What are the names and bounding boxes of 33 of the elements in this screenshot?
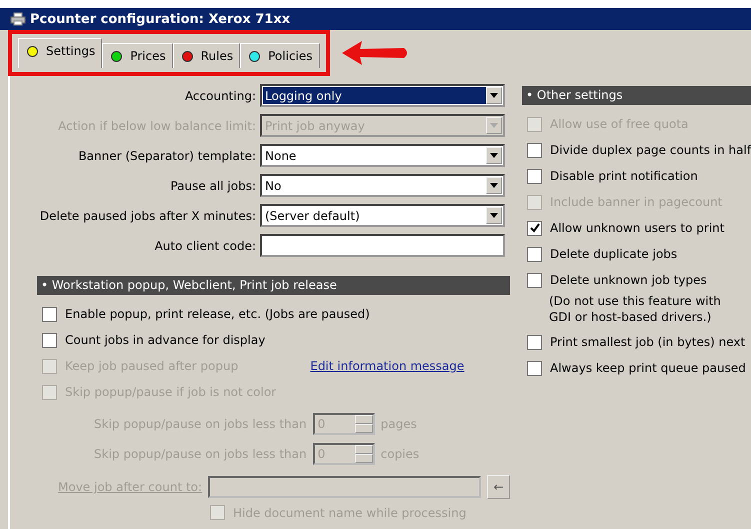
check-icon — [530, 223, 540, 233]
input-field[interactable] — [260, 234, 505, 257]
checkbox[interactable]: Allow unknown users to print — [527, 215, 724, 241]
window-title: Pcounter configuration: Xerox 71xx — [30, 12, 290, 26]
tab[interactable]: Settings — [18, 38, 102, 68]
dropdown[interactable]: (Server default) — [260, 204, 505, 227]
arrow-button[interactable]: ← — [486, 475, 510, 499]
field-label: Accounting: — [184, 88, 256, 102]
note-text: (Do not use this feature with GDI or host-based drivers.) — [548, 293, 722, 325]
field-label: Pause all jobs: — [169, 178, 256, 192]
section-header: • Workstation popup, Webclient, Print job release — [37, 276, 510, 295]
checkbox[interactable]: Divide duplex page counts in half — [527, 137, 751, 163]
checkbox[interactable]: Count jobs in advance for display — [42, 332, 266, 348]
dropdown[interactable]: No — [260, 174, 505, 197]
checkbox[interactable]: Always keep print queue paused — [527, 355, 746, 381]
checkbox[interactable]: Print smallest job (in bytes) next — [527, 329, 746, 355]
checkbox[interactable]: Enable popup, print release, etc. (Jobs are paused) — [42, 306, 370, 322]
printer-icon — [10, 12, 26, 26]
arrow-annotation — [340, 38, 410, 68]
tab[interactable]: Rules — [172, 43, 240, 68]
field-label: Banner (Separator) template: — [77, 148, 256, 162]
section-header: • Other settings — [522, 86, 751, 105]
field-label: Auto client code: — [154, 238, 256, 252]
checkbox[interactable]: Delete unknown job types — [527, 267, 707, 293]
tab[interactable]: Policies — [240, 43, 320, 68]
edit-message-link[interactable]: Edit information message — [310, 359, 464, 373]
dropdown[interactable]: None — [260, 144, 505, 167]
dropdown[interactable]: Logging only — [260, 84, 505, 107]
input-field[interactable] — [208, 476, 481, 498]
field-label: Delete paused jobs after X minutes: — [38, 208, 256, 222]
checkbox[interactable]: Delete duplicate jobs — [527, 241, 678, 267]
tab[interactable]: Prices — [102, 43, 173, 68]
checkbox[interactable]: Disable print notification — [527, 163, 698, 189]
